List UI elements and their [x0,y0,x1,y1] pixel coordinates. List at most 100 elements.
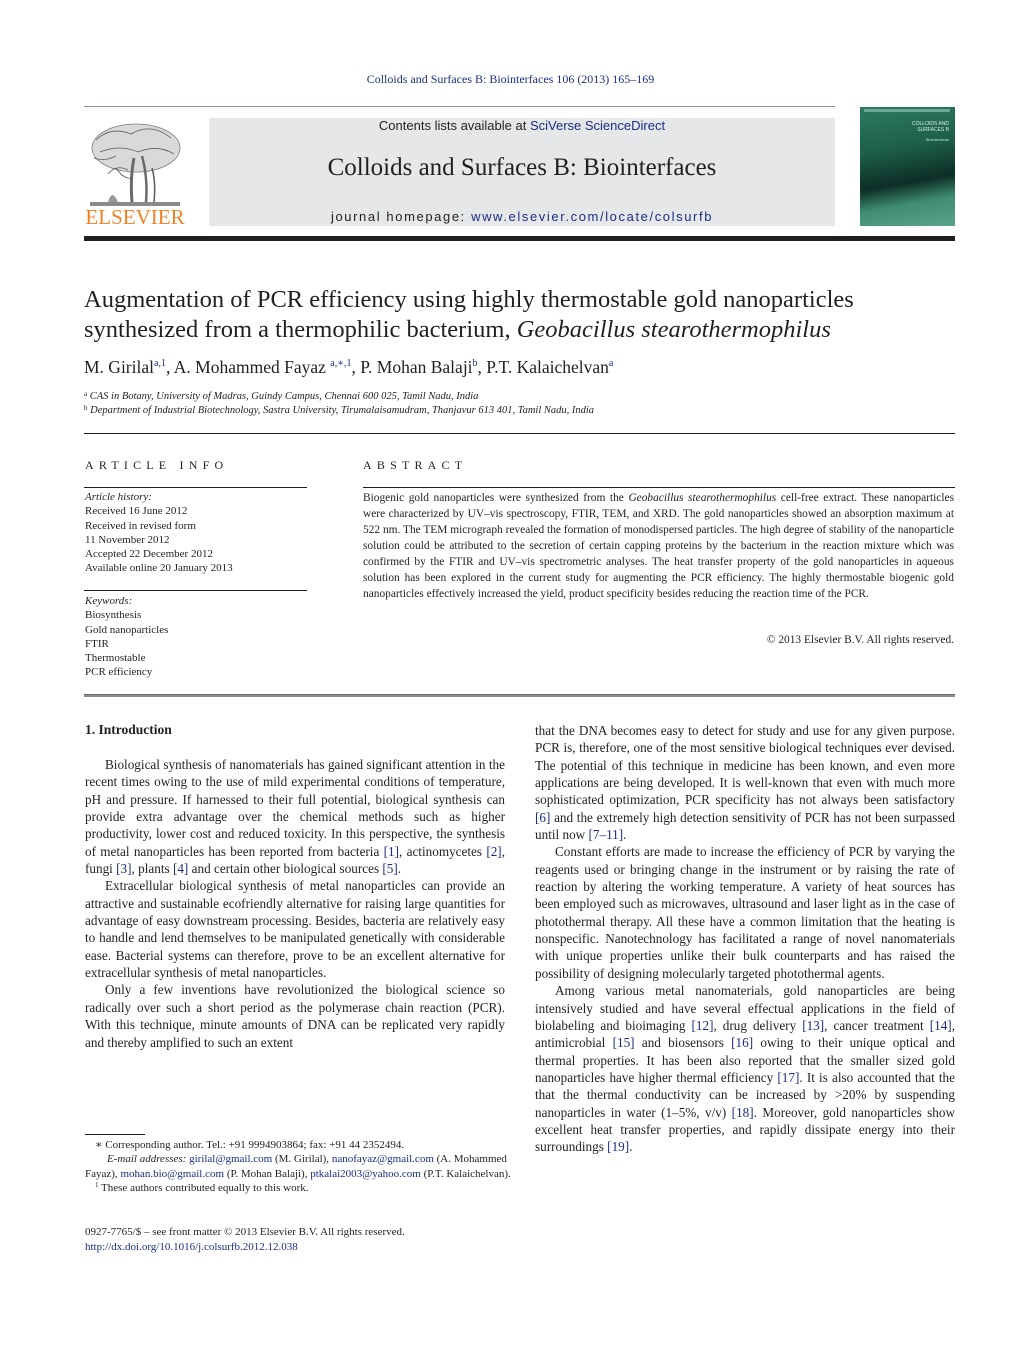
footnotes: ∗ Corresponding author. Tel.: +91 999490… [85,1138,515,1196]
keyword[interactable]: Thermostable [85,651,168,665]
species-name: Geobacillus stearothermophilus [516,316,831,343]
citation-link[interactable]: [4] [173,861,188,876]
keyword[interactable]: FTIR [85,637,168,651]
body-column-left: Biological synthesis of nanomaterials ha… [85,756,505,1051]
cover-title-line2: SURFACES B [917,127,949,133]
body-paragraph: that the DNA becomes easy to detect for … [535,723,955,843]
citation-link[interactable]: [3] [116,861,131,876]
issn-line: 0927-7765/$ – see front matter © 2013 El… [85,1226,405,1238]
affiliation-mark: a [84,390,88,398]
abstract-rule [363,487,955,488]
running-head[interactable]: Colloids and Surfaces B: Biointerfaces 1… [0,72,1021,87]
keywords: Keywords: Biosynthesis Gold nanoparticle… [85,594,168,680]
elsevier-wordmark: ELSEVIER [85,205,185,229]
affiliations: a CAS in Botany, University of Madras, G… [84,390,594,418]
body-paragraph: Only a few inventions have revolutionize… [85,982,505,1050]
citation-link[interactable]: [15] [613,1035,635,1050]
abstract-part: Biogenic gold nanoparticles were synthes… [363,492,629,504]
history-item: Received 16 June 2012 [85,505,188,518]
history-label: Article history: [85,491,152,503]
body-paragraph: Constant efforts are made to increase th… [535,844,955,981]
keywords-label: Keywords: [85,595,133,607]
affiliation-text: CAS in Botany, University of Madras, Gui… [89,391,479,402]
footnote-rule [85,1134,145,1135]
homepage-line: journal homepage: www.elsevier.com/locat… [209,209,835,224]
email-owner: (P.T. Kalaichelvan). [420,1167,511,1180]
section-divider [84,433,955,434]
author-name: P. Mohan Balaji [360,357,473,377]
author-name: A. Mohammed Fayaz [173,357,326,377]
front-matter: 0927-7765/$ – see front matter © 2013 El… [85,1225,405,1256]
homepage-link[interactable]: www.elsevier.com/locate/colsurfb [471,209,713,224]
author-name: P.T. Kalaichelvan [486,357,609,377]
keyword[interactable]: Gold nanoparticles [85,623,168,637]
citation-link[interactable]: [5] [382,861,397,876]
masthead-bottom-rule [84,236,955,241]
keyword[interactable]: PCR efficiency [85,665,168,679]
article-info-heading: ARTICLE INFO [85,458,229,472]
author[interactable]: P. Mohan Balajib [360,357,477,377]
email-link[interactable]: nanofayaz@gmail.com [332,1153,434,1165]
citation-link[interactable]: [18] [732,1105,754,1120]
equal-contribution-note: 1 These authors contributed equally to t… [85,1181,515,1195]
journal-cover-thumbnail[interactable]: COLLOIDS AND SURFACES B Biointerfaces [860,107,955,226]
citation-link[interactable]: [7–11] [588,827,623,842]
body-column-right: that the DNA becomes easy to detect for … [535,722,955,1156]
history-item: 11 November 2012 [85,533,170,546]
email-addresses: E-mail addresses: girilal@gmail.com (M. … [85,1152,515,1181]
body-paragraph: Among various metal nanomaterials, gold … [535,983,956,1155]
author-marks[interactable]: b [473,358,478,369]
citation-link[interactable]: [17] [777,1070,799,1085]
author-marks[interactable]: a [609,358,613,369]
author[interactable]: P.T. Kalaichelvana [486,357,613,377]
history-item: Received in revised form [85,519,196,532]
email-link[interactable]: ptkalai2003@yahoo.com [310,1168,421,1180]
keyword[interactable]: Biosynthesis [85,608,168,622]
cover-subtitle: Biointerfaces [925,137,949,142]
sciencedirect-link[interactable]: SciVerse ScienceDirect [530,118,665,133]
cover-band [864,109,950,112]
citation-link[interactable]: [19] [607,1139,629,1154]
citation-link[interactable]: [14] [930,1018,952,1033]
corresponding-author-note: ∗ Corresponding author. Tel.: +91 999490… [95,1139,405,1151]
elsevier-logo[interactable]: ELSEVIER [82,118,188,230]
citation-link[interactable]: [12] [691,1018,713,1033]
affiliation-mark: b [84,404,88,412]
article-title: Augmentation of PCR efficiency using hig… [84,285,964,345]
history-item: Accepted 22 December 2012 [85,548,213,561]
article-info-rule [84,487,307,488]
citation-link[interactable]: [2] [486,844,501,859]
author-name: M. Girilal [84,357,154,377]
equal-contribution-text: These authors contributed equally to thi… [98,1182,309,1195]
affiliation: b Department of Industrial Biotechnology… [84,404,594,418]
email-link[interactable]: mohan.bio@gmail.com [120,1168,224,1180]
homepage-prefix: journal homepage: [330,209,472,224]
abstract-text: Biogenic gold nanoparticles were synthes… [363,490,954,602]
header-rule [84,106,835,107]
citation-link[interactable]: [6] [535,810,550,825]
cover-title: COLLOIDS AND SURFACES B [879,121,949,133]
email-link[interactable]: girilal@gmail.com [189,1153,272,1165]
author[interactable]: A. Mohammed Fayaz a,∗,1 [174,357,352,377]
elsevier-tree-icon [90,123,181,206]
keywords-rule [84,590,307,591]
citation-link[interactable]: [1] [384,844,399,859]
journal-title: Colloids and Surfaces B: Biointerfaces [327,154,717,181]
abstract-part: cell-free extract. These nanoparticles w… [363,492,954,600]
author-marks[interactable]: a,∗,1 [330,358,351,369]
abstract-species: Geobacillus stearothermophilus [628,492,777,504]
email-owner: (P. Mohan Balaji), [224,1167,311,1180]
doi-link[interactable]: http://dx.doi.org/10.1016/j.colsurfb.201… [85,1241,298,1253]
copyright-notice: © 2013 Elsevier B.V. All rights reserved… [766,634,954,646]
body-paragraph: Biological synthesis of nanomaterials ha… [85,757,505,877]
affiliation: a CAS in Botany, University of Madras, G… [84,390,594,404]
section-heading-introduction: 1. Introduction [85,722,172,737]
author[interactable]: M. Girilala,1 [84,357,166,377]
citation-link[interactable]: [13] [802,1018,824,1033]
body-paragraph: Extracellular biological synthesis of me… [85,878,505,981]
journal-masthead: Contents lists available at SciVerse Sci… [209,118,835,226]
contents-line: Contents lists available at SciVerse Sci… [209,118,835,133]
citation-link[interactable]: [16] [731,1035,753,1050]
author-marks[interactable]: a,1 [154,358,166,369]
article-history: Article history: Received 16 June 2012 R… [85,490,233,576]
